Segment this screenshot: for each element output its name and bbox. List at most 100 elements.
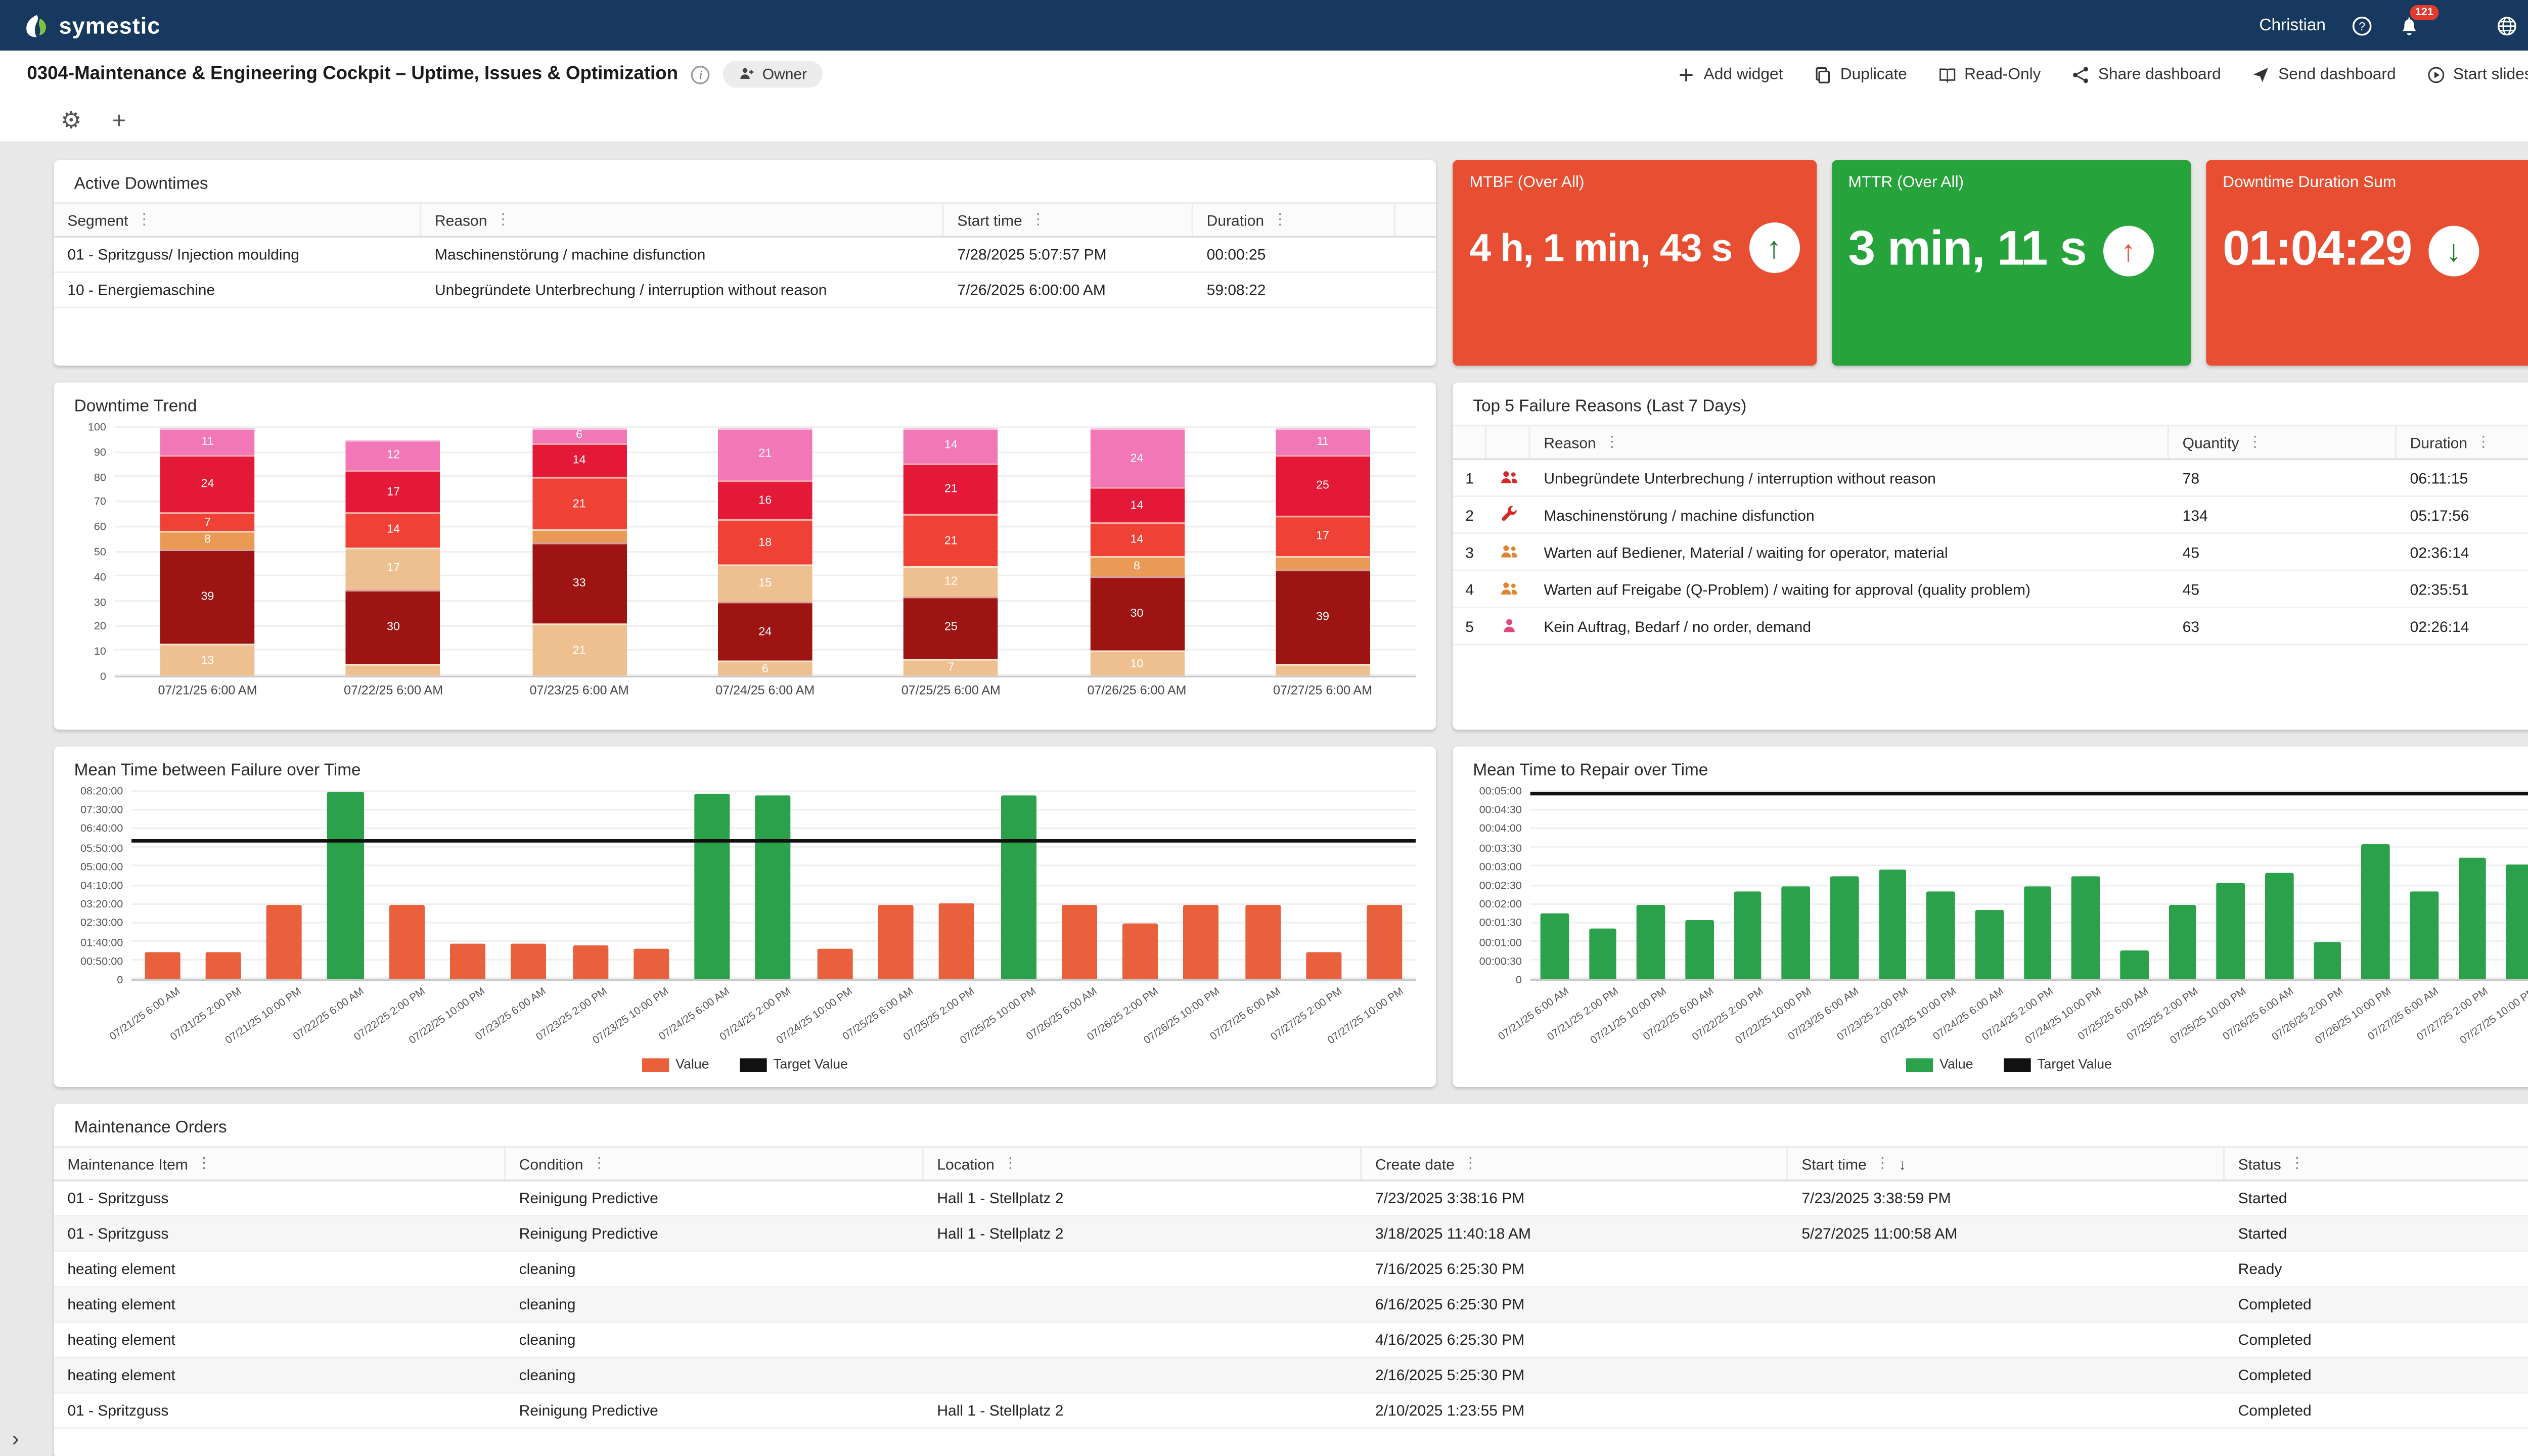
icon-cell [1486, 534, 1530, 570]
widget-downtime-trend: Downtime Trend 0102030405060708090100133… [54, 383, 1436, 730]
column-header[interactable]: Segment⋮ [54, 204, 422, 236]
bar [1001, 796, 1036, 979]
column-menu-icon[interactable]: ⋮ [2476, 433, 2491, 452]
share-icon [2071, 65, 2090, 83]
table-cell: 63 [2169, 608, 2397, 644]
table-row[interactable]: heating elementcleaning7/16/2025 6:25:30… [54, 1252, 2528, 1288]
column-header[interactable]: Duration⋮ [1193, 204, 1395, 236]
bar-segment: 13 [160, 644, 255, 675]
action-read-only[interactable]: Read-Only [1937, 65, 2041, 83]
user-name[interactable]: Christian [2259, 16, 2326, 35]
bar-segment [346, 663, 441, 675]
legend-swatch [2004, 1058, 2030, 1071]
help-button[interactable]: ? [2351, 14, 2373, 36]
column-header[interactable]: Duration⋮ [2397, 426, 2528, 458]
bar-slot [1820, 792, 1869, 979]
bar-slot [1627, 792, 1676, 979]
column-header[interactable]: Start time⋮ [944, 204, 1193, 236]
x-axis-label: 07/23/25 6:00 AM [486, 682, 672, 698]
bar-slot [2400, 792, 2449, 979]
action-duplicate[interactable]: Duplicate [1813, 65, 1907, 83]
column-label: Reason [435, 211, 487, 228]
x-axis-slot: 07/24/25 10:00 PM [804, 981, 865, 1055]
column-menu-icon[interactable]: ⋮ [1463, 1154, 1478, 1173]
column-menu-icon[interactable]: ⋮ [2289, 1154, 2305, 1173]
table-row[interactable]: 3Warten auf Bediener, Material / waiting… [1453, 534, 2528, 571]
action-start-slideshow[interactable]: Start slideshow [2426, 65, 2528, 83]
column-menu-icon[interactable]: ⋮ [2247, 433, 2263, 452]
table-cell: 45 [2169, 571, 2397, 607]
table-cell: heating element [54, 1252, 506, 1286]
column-header[interactable]: Condition⋮ [506, 1148, 924, 1179]
table-row[interactable]: 1Unbegründete Unterbrechung / interrupti… [1453, 460, 2528, 497]
column-header-blank [1395, 204, 1436, 236]
sort-desc-icon[interactable]: ↓ [1899, 1155, 1906, 1172]
table-row[interactable]: 4Warten auf Freigabe (Q-Problem) / waiti… [1453, 571, 2528, 608]
plot-area [1530, 792, 2528, 981]
column-header[interactable]: Reason ⋮ [421, 204, 943, 236]
column-menu-icon[interactable]: ⋮ [196, 1154, 211, 1173]
x-axis-slot: 07/23/25 6:00 AM [499, 981, 560, 1055]
add-tab-button[interactable]: + [112, 108, 126, 131]
info-icon[interactable]: i [692, 65, 710, 83]
globe-button[interactable] [2496, 14, 2518, 36]
y-axis-label: 01:40:00 [80, 937, 123, 949]
table-row[interactable]: heating elementcleaning4/16/2025 6:25:30… [54, 1323, 2528, 1358]
table-row[interactable]: 2Maschinenstörung / machine disfunction1… [1453, 497, 2528, 534]
bar [572, 945, 608, 979]
action-send-dashboard[interactable]: Send dashboard [2251, 65, 2396, 83]
bar [1975, 911, 2003, 979]
column-menu-icon[interactable]: ⋮ [1875, 1154, 1890, 1173]
y-axis-label: 00:03:00 [1479, 861, 1522, 873]
column-menu-icon[interactable]: ⋮ [1604, 433, 1619, 452]
column-header[interactable]: Maintenance Item⋮ [54, 1148, 506, 1179]
column-menu-icon[interactable]: ⋮ [495, 211, 511, 230]
bar-slot [2013, 792, 2062, 979]
x-axis-slot: 07/25/25 2:00 PM [926, 981, 987, 1055]
table-row[interactable]: 01 - Spritzguss/ Injection mouldingMasch… [54, 238, 1436, 273]
bar-segment: 24 [160, 455, 255, 513]
maintenance-orders-table: Maintenance Item⋮Condition⋮Location⋮Crea… [54, 1146, 2528, 1429]
table-cell: 2/16/2025 5:25:30 PM [1362, 1358, 1788, 1392]
notifications-button[interactable]: 121 [2398, 14, 2420, 36]
icon-cell [1486, 571, 1530, 607]
x-axis-slot: 07/22/25 10:00 PM [437, 981, 499, 1055]
bar-slot [743, 792, 804, 979]
active-downtimes-table: Segment⋮Reason⋮Start time⋮Duration⋮01 - … [54, 202, 1436, 308]
action-add-widget[interactable]: Add widget [1677, 65, 1783, 83]
column-menu-icon[interactable]: ⋮ [592, 1154, 607, 1173]
table-row[interactable]: 01 - SpritzgussReinigung PredictiveHall … [54, 1217, 2528, 1252]
table-row[interactable]: heating elementcleaning6/16/2025 6:25:30… [54, 1288, 2528, 1323]
bar [2362, 845, 2389, 979]
y-axis-label: 06:40:00 [80, 824, 123, 836]
table-cell: Hall 1 - Stellplatz 2 [924, 1217, 1362, 1251]
column-header[interactable]: Reason⋮ [1530, 426, 2169, 458]
column-header[interactable]: Status⋮ [2225, 1148, 2528, 1179]
column-menu-icon[interactable]: ⋮ [1273, 211, 1288, 230]
bar-segment: 24 [1090, 428, 1184, 488]
owner-badge[interactable]: Owner [724, 61, 822, 87]
bar-slot [2110, 792, 2159, 979]
table-row[interactable]: heating elementcleaning2/16/2025 5:25:30… [54, 1358, 2528, 1394]
column-menu-icon[interactable]: ⋮ [137, 211, 152, 230]
table-row[interactable]: 01 - SpritzgussReinigung PredictiveHall … [54, 1181, 2528, 1217]
dashboard-settings-button[interactable]: ⚙ [61, 108, 82, 131]
table-row[interactable]: 01 - SpritzgussReinigung PredictiveHall … [54, 1394, 2528, 1429]
bar-segment: 8 [1090, 557, 1184, 577]
column-menu-icon[interactable]: ⋮ [1003, 1154, 1018, 1173]
column-header[interactable]: Quantity⋮ [2169, 426, 2397, 458]
table-cell: 02:35:51 [2397, 571, 2528, 607]
column-header[interactable]: Create date⋮ [1362, 1148, 1788, 1179]
table-cell: Maschinenstörung / machine disfunction [1530, 497, 2169, 532]
sidebar-expand-button[interactable]: › [12, 1427, 19, 1449]
table-row[interactable]: 5Kein Auftrag, Bedarf / no order, demand… [1453, 608, 2528, 645]
column-header[interactable]: Location⋮ [924, 1148, 1362, 1179]
stacked-bar: 213321146 [532, 428, 626, 676]
column-menu-icon[interactable]: ⋮ [1030, 211, 1046, 230]
column-header[interactable]: Start time⋮↓ [1788, 1148, 2225, 1179]
kpi-title: MTBF (Over All) [1470, 173, 1799, 192]
language-flag-icon[interactable] [2446, 17, 2471, 33]
action-share-dashboard[interactable]: Share dashboard [2071, 65, 2221, 83]
brand-logo[interactable]: symestic [24, 13, 161, 38]
table-row[interactable]: 10 - EnergiemaschineUnbegründete Unterbr… [54, 273, 1436, 308]
